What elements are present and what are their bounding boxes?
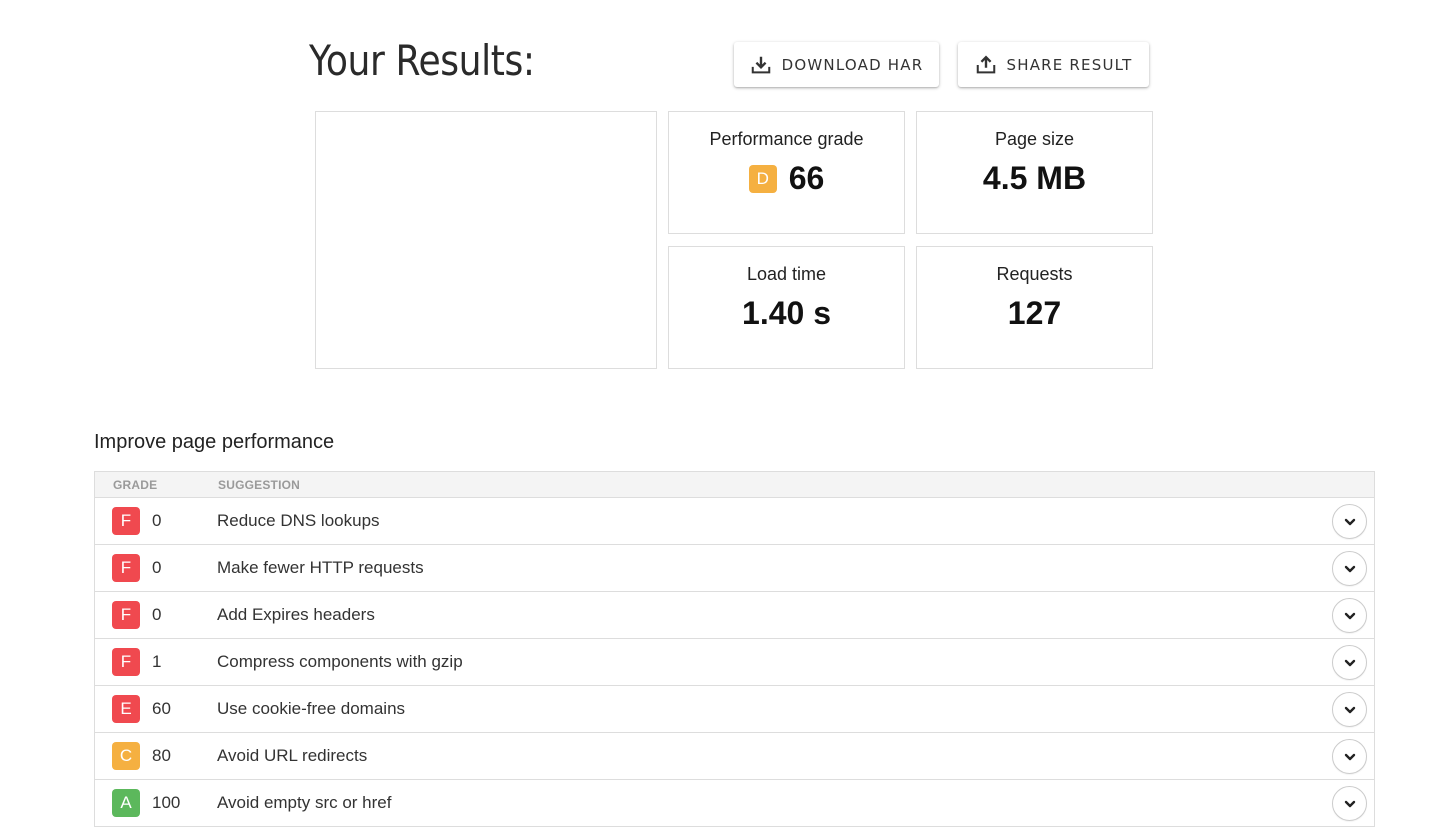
suggestion-text: Compress components with gzip (217, 652, 463, 671)
share-result-label: SHARE RESULT (1006, 55, 1133, 74)
suggestion-text: Reduce DNS lookups (217, 511, 380, 530)
chevron-down-icon (1344, 659, 1355, 666)
page-size-label: Page size (994, 129, 1075, 149)
load-time-value: 1.40 s (742, 295, 831, 331)
requests-card: Requests 127 (916, 246, 1153, 369)
suggestion-text: Avoid empty src or href (217, 793, 392, 812)
expand-row-button[interactable] (1332, 739, 1367, 774)
chevron-down-icon (1344, 706, 1355, 713)
grade-score: 100 (152, 793, 181, 812)
table-row[interactable]: C 80 Avoid URL redirects (95, 733, 1374, 780)
chevron-down-icon (1344, 800, 1355, 807)
expand-row-button[interactable] (1332, 504, 1367, 539)
share-icon (976, 55, 995, 73)
requests-value: 127 (1007, 295, 1062, 331)
expand-row-button[interactable] (1332, 551, 1367, 586)
download-har-label: DOWNLOAD HAR (781, 55, 924, 74)
expand-row-button[interactable] (1332, 692, 1367, 727)
suggestion-text: Add Expires headers (217, 605, 375, 624)
load-time-label: Load time (746, 264, 827, 284)
grade-score: 1 (152, 652, 162, 671)
grade-badge: A (112, 789, 140, 817)
performance-grade-value: 66 (788, 160, 825, 196)
results-title: Your Results: (309, 36, 535, 85)
grade-score: 60 (152, 699, 171, 718)
grade-score: 0 (152, 558, 162, 577)
suggestion-text: Avoid URL redirects (217, 746, 368, 765)
performance-grade-label: Performance grade (709, 129, 864, 149)
suggestion-text: Use cookie-free domains (217, 699, 406, 718)
chevron-down-icon (1344, 612, 1355, 619)
grade-badge: C (112, 742, 140, 770)
grade-badge: F (112, 601, 140, 629)
suggestion-text: Make fewer HTTP requests (217, 558, 424, 577)
improve-section-title: Improve page performance (94, 431, 335, 453)
table-row[interactable]: A 100 Avoid empty src or href (95, 780, 1374, 827)
expand-row-button[interactable] (1332, 598, 1367, 633)
suggestions-table: GRADE SUGGESTION F 0 Reduce DNS lookups F 0 M… (94, 471, 1375, 827)
grade-badge: F (112, 507, 140, 535)
share-result-button[interactable]: SHARE RESULT (958, 42, 1149, 87)
grade-score: 80 (152, 746, 171, 765)
expand-row-button[interactable] (1332, 786, 1367, 821)
performance-grade-badge: D (748, 164, 777, 193)
page-size-card: Page size 4.5 MB (916, 111, 1153, 234)
table-row[interactable]: F 0 Add Expires headers (95, 592, 1374, 639)
chevron-down-icon (1344, 753, 1355, 760)
download-icon (751, 56, 770, 73)
grade-badge: E (112, 695, 140, 723)
performance-grade-card: Performance grade D 66 (668, 111, 905, 234)
suggestion-column-header: SUGGESTION (218, 477, 301, 492)
load-time-card: Load time 1.40 s (668, 246, 905, 369)
table-header: GRADE SUGGESTION (95, 472, 1374, 498)
table-row[interactable]: F 0 Reduce DNS lookups (95, 498, 1374, 545)
page-size-value: 4.5 MB (982, 160, 1087, 196)
table-row[interactable]: F 1 Compress components with gzip (95, 639, 1374, 686)
download-har-button[interactable]: DOWNLOAD HAR (734, 42, 939, 87)
grade-score: 0 (152, 511, 162, 530)
grade-badge: F (112, 648, 140, 676)
grade-column-header: GRADE (113, 477, 158, 492)
table-row[interactable]: E 60 Use cookie-free domains (95, 686, 1374, 733)
expand-row-button[interactable] (1332, 645, 1367, 680)
requests-label: Requests (996, 264, 1073, 284)
chevron-down-icon (1344, 565, 1355, 572)
grade-badge: F (112, 554, 140, 582)
page-screenshot-preview (315, 111, 657, 369)
grade-score: 0 (152, 605, 162, 624)
table-row[interactable]: F 0 Make fewer HTTP requests (95, 545, 1374, 592)
chevron-down-icon (1344, 518, 1355, 525)
